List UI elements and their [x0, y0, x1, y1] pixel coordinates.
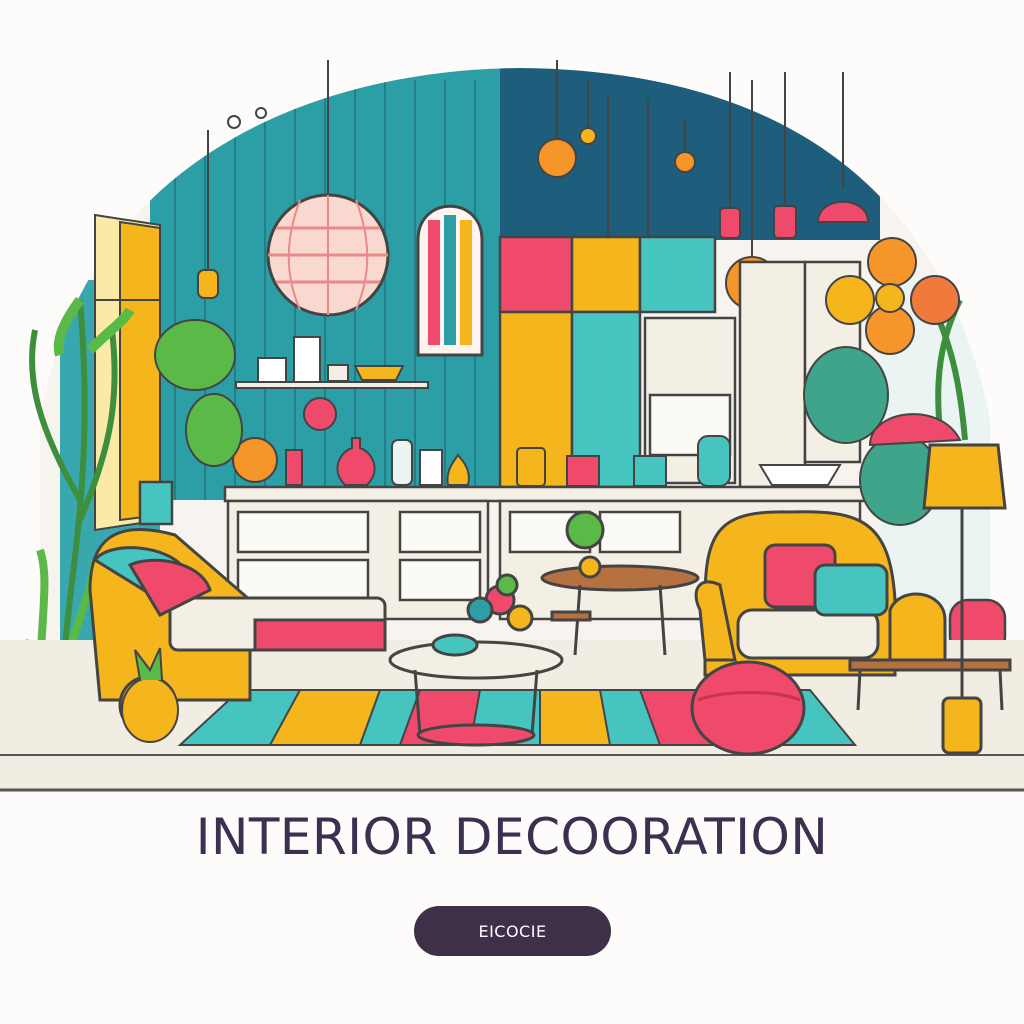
- cta-button-label: EICOCIE: [478, 921, 547, 941]
- arched-shelf-icon: [416, 204, 484, 357]
- interior-illustration: [0, 60, 1024, 792]
- kitchen-cabinets-icon: [498, 235, 862, 489]
- page-title: INTERIOR DECOORATION: [195, 808, 829, 866]
- cta-button[interactable]: EICOCIE: [414, 906, 611, 956]
- pouf-icon: [690, 660, 806, 756]
